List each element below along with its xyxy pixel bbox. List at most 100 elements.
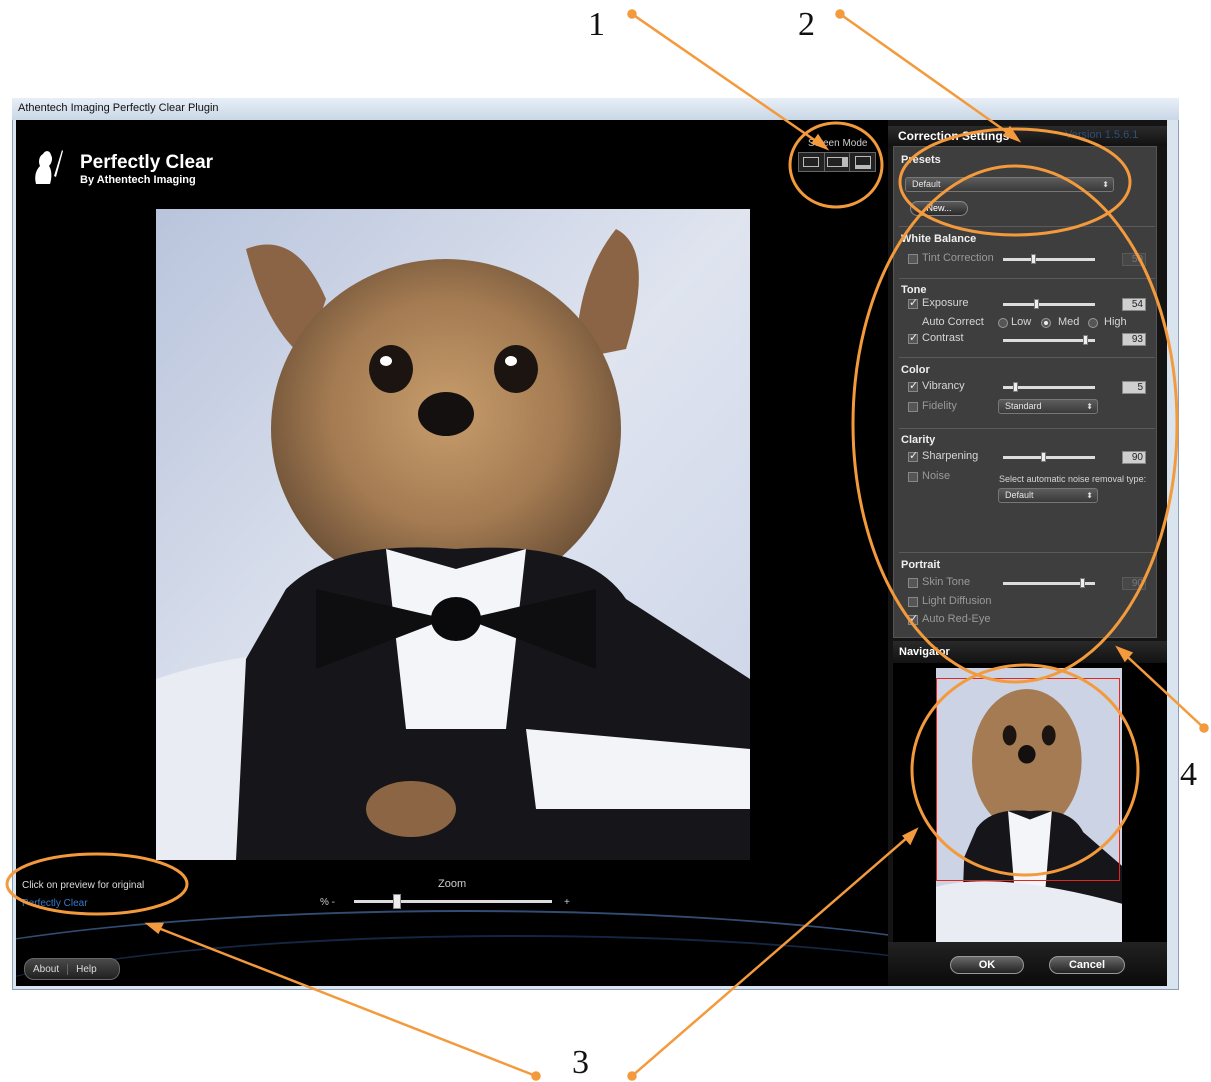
tint-correction-checkbox[interactable] xyxy=(908,254,918,264)
sharpening-slider[interactable] xyxy=(1003,456,1095,459)
about-help-group: About Help xyxy=(24,958,120,980)
auto-correct-med-radio[interactable] xyxy=(1041,318,1051,328)
contrast-checkbox[interactable] xyxy=(908,331,918,344)
screen-mode-label: Screen Mode xyxy=(808,138,868,149)
split-view-icon xyxy=(826,157,848,167)
select-caret-icon: ⬍ xyxy=(1102,180,1109,189)
noise-type-select[interactable]: Default ⬍ xyxy=(998,488,1098,503)
sharpening-checkbox[interactable] xyxy=(908,449,918,462)
section-divider xyxy=(899,428,1155,429)
noise-checkbox[interactable] xyxy=(908,472,918,482)
split-horizontal-button[interactable] xyxy=(850,153,875,171)
zoom-label: Zoom xyxy=(438,878,467,890)
callout-number-4: 4 xyxy=(1180,756,1197,793)
select-caret-icon: ⬍ xyxy=(1086,491,1093,500)
exposure-thumb[interactable] xyxy=(1034,299,1039,309)
auto-red-eye-checkbox[interactable] xyxy=(908,612,918,625)
presets-title: Presets xyxy=(901,154,941,166)
vibrancy-checkbox[interactable] xyxy=(908,379,918,392)
noise-type-select-value: Default xyxy=(1005,490,1034,500)
sharpening-thumb[interactable] xyxy=(1041,452,1046,462)
navigator-view-rectangle[interactable] xyxy=(936,678,1120,881)
window-titlebar[interactable]: Athentech Imaging Perfectly Clear Plugin xyxy=(12,98,1179,120)
sharpening-label: Sharpening xyxy=(922,450,979,462)
auto-correct-low-label: Low xyxy=(1011,316,1032,328)
split-view-button[interactable] xyxy=(825,153,851,171)
section-divider xyxy=(899,357,1155,358)
tint-correction-value[interactable]: 50 xyxy=(1122,253,1146,266)
version-label: Version 1.5.6.1 xyxy=(1065,129,1139,141)
athentech-logo-icon xyxy=(35,150,63,184)
auto-red-eye-label: Auto Red-Eye xyxy=(922,613,991,625)
light-diffusion-checkbox[interactable] xyxy=(908,597,918,607)
zoom-in-label: + xyxy=(564,897,570,908)
zoom-out-label: % - xyxy=(320,897,335,908)
skin-tone-label: Skin Tone xyxy=(922,576,971,588)
select-caret-icon: ⬍ xyxy=(1086,402,1093,411)
single-view-button[interactable] xyxy=(799,153,825,171)
fidelity-checkbox[interactable] xyxy=(908,402,918,412)
exposure-checkbox[interactable] xyxy=(908,296,918,309)
skin-tone-checkbox[interactable] xyxy=(908,578,918,588)
contrast-slider[interactable] xyxy=(1003,339,1095,342)
tone-title: Tone xyxy=(901,284,927,296)
preset-select-value: Default xyxy=(912,179,941,189)
noise-label: Noise xyxy=(922,470,951,482)
light-diffusion-label: Light Diffusion xyxy=(922,595,992,607)
white-balance-title: White Balance xyxy=(901,233,977,245)
skin-tone-thumb[interactable] xyxy=(1080,578,1085,588)
sharpening-value[interactable]: 90 xyxy=(1122,451,1146,464)
contrast-value[interactable]: 93 xyxy=(1122,333,1146,346)
auto-correct-high-radio[interactable] xyxy=(1088,318,1098,328)
skin-tone-value[interactable]: 90 xyxy=(1122,577,1146,590)
auto-correct-med-label: Med xyxy=(1058,316,1080,328)
fidelity-label: Fidelity xyxy=(922,400,957,412)
auto-correct-low-radio[interactable] xyxy=(998,318,1008,328)
callout-number-2: 2 xyxy=(798,6,815,43)
exposure-value[interactable]: 54 xyxy=(1122,298,1146,311)
vibrancy-label: Vibrancy xyxy=(922,380,965,392)
navigator-title: Navigator xyxy=(899,646,950,658)
callout-number-3: 3 xyxy=(572,1044,589,1081)
single-view-icon xyxy=(803,157,820,167)
noise-type-hint: Select automatic noise removal type: xyxy=(999,474,1147,484)
split-horizontal-icon xyxy=(854,155,871,169)
auto-correct-label: Auto Correct xyxy=(922,316,984,328)
section-divider xyxy=(899,552,1155,553)
fidelity-select[interactable]: Standard ⬍ xyxy=(998,399,1098,414)
tint-correction-thumb[interactable] xyxy=(1031,254,1036,264)
color-title: Color xyxy=(901,364,930,376)
preset-select[interactable]: Default ⬍ xyxy=(905,177,1114,192)
app-logo-subtitle: By Athentech Imaging xyxy=(80,174,196,186)
dialog-footer xyxy=(888,942,1167,986)
correction-settings-title: Correction Settings xyxy=(898,129,1010,143)
tint-correction-label: Tint Correction xyxy=(922,252,994,264)
callout-dot xyxy=(835,9,845,19)
app-logo-title: Perfectly Clear xyxy=(80,152,214,173)
help-button[interactable]: Help xyxy=(67,963,105,975)
contrast-thumb[interactable] xyxy=(1083,335,1088,345)
vibrancy-value[interactable]: 5 xyxy=(1122,381,1146,394)
about-button[interactable]: About xyxy=(25,964,67,975)
ok-button[interactable]: OK xyxy=(950,956,1024,974)
exposure-label: Exposure xyxy=(922,297,969,309)
fidelity-select-value: Standard xyxy=(1005,401,1042,411)
callout-dot xyxy=(531,1071,541,1081)
preview-hint: Click on preview for original xyxy=(22,880,145,891)
preview-image[interactable] xyxy=(156,209,750,860)
contrast-label: Contrast xyxy=(922,332,964,344)
screen-mode-toggle xyxy=(798,152,876,172)
vibrancy-thumb[interactable] xyxy=(1013,382,1018,392)
cancel-button[interactable]: Cancel xyxy=(1049,956,1125,974)
zoom-slider-thumb[interactable] xyxy=(393,894,401,909)
tint-correction-slider[interactable] xyxy=(1003,258,1095,261)
zoom-slider-track[interactable] xyxy=(354,900,552,903)
window-title: Athentech Imaging Perfectly Clear Plugin xyxy=(18,102,219,114)
new-preset-button[interactable]: New... xyxy=(910,201,968,216)
exposure-slider[interactable] xyxy=(1003,303,1095,306)
section-divider xyxy=(899,226,1155,227)
callout-number-1: 1 xyxy=(588,6,605,43)
callout-dot xyxy=(627,1071,637,1081)
perfectly-clear-link[interactable]: Perfectly Clear xyxy=(22,898,88,909)
auto-correct-high-label: High xyxy=(1104,316,1127,328)
